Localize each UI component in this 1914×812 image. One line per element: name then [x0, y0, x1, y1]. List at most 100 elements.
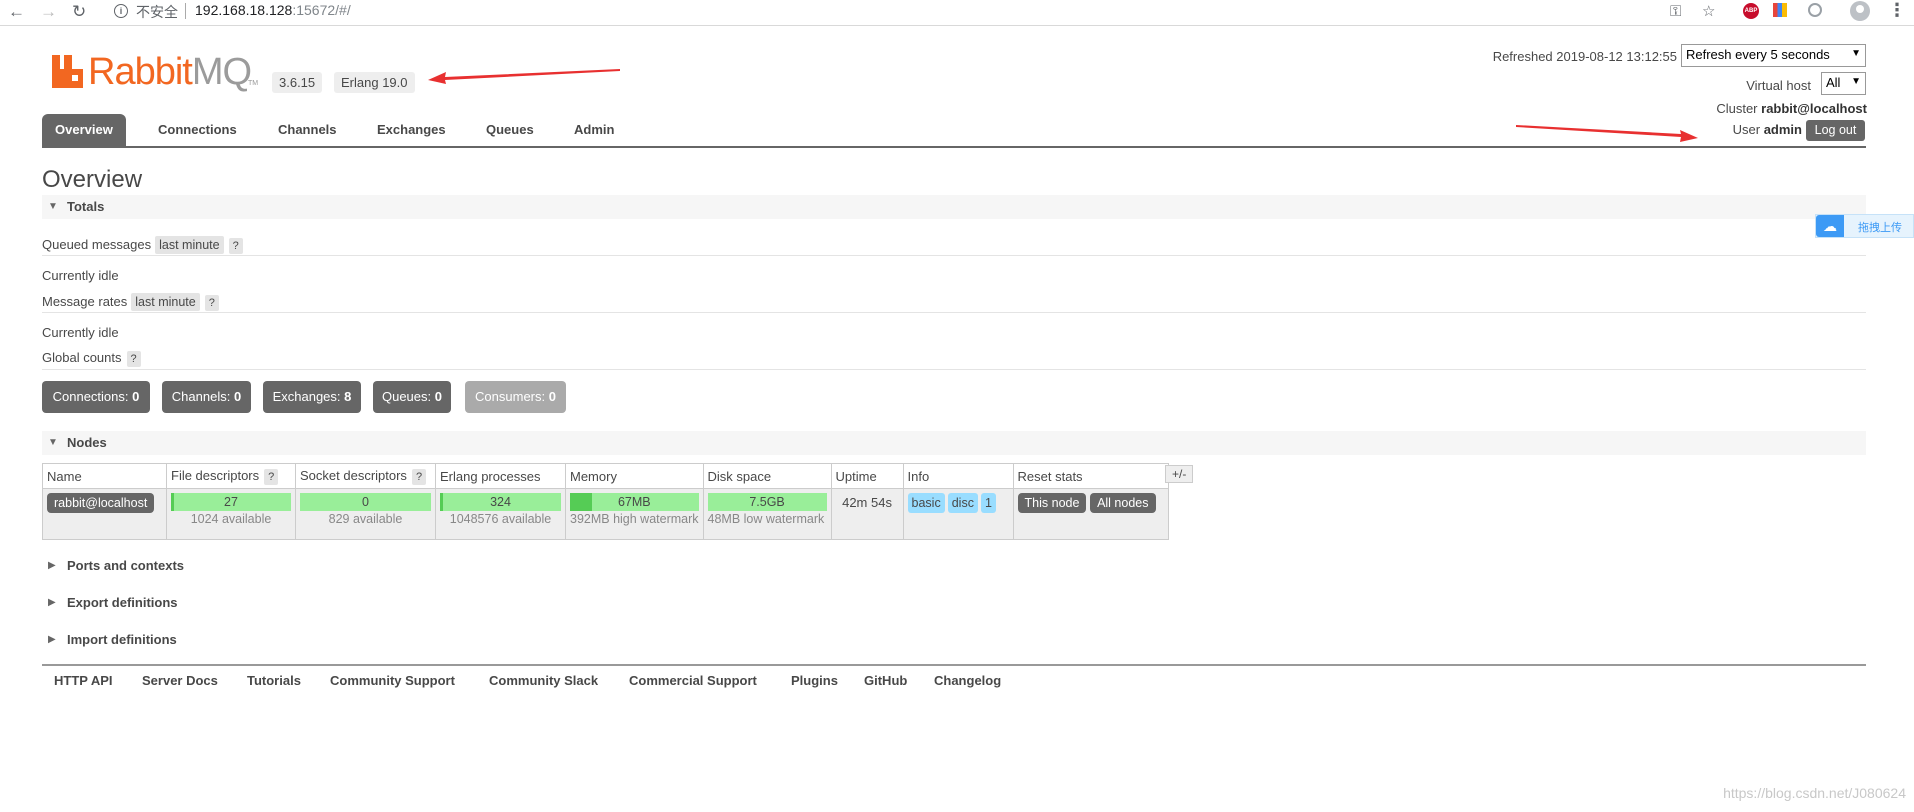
- security-label[interactable]: 不安全: [136, 2, 178, 22]
- tab-underline: [42, 146, 1866, 148]
- memory-cell: 67MB 392MB high watermark: [565, 488, 704, 540]
- erlang-processes-bar: 324: [440, 493, 561, 511]
- help-icon[interactable]: ?: [411, 468, 427, 485]
- node-name-cell: rabbit@localhost: [42, 488, 167, 540]
- tab-queues[interactable]: Queues: [486, 114, 534, 146]
- reset-stats-cell: This node All nodes: [1012, 488, 1169, 540]
- watermark: https://blog.csdn.net/J080624: [1723, 785, 1906, 801]
- column-header-label: Socket descriptors: [300, 467, 407, 483]
- chevron-down-icon: ▼: [1851, 48, 1861, 59]
- totals-section-header[interactable]: ▼ Totals: [42, 195, 1866, 219]
- refresh-interval-select[interactable]: Refresh every 5 seconds ▼: [1681, 44, 1866, 67]
- chevron-down-icon: ▼: [1851, 76, 1861, 87]
- file-descriptors-available: 1024 available: [190, 512, 272, 526]
- tab-connections[interactable]: Connections: [158, 114, 237, 146]
- refresh-interval-value: Refresh every 5 seconds: [1686, 47, 1830, 62]
- cluster-name: rabbit@localhost: [1761, 101, 1867, 116]
- tab-overview[interactable]: Overview: [42, 114, 126, 146]
- memory-fill: [570, 493, 592, 511]
- counter-label: Channels:: [171, 389, 231, 404]
- totals-heading: Totals: [67, 199, 105, 214]
- logo-mq: MQ: [191, 51, 252, 93]
- column-header-info: Info: [902, 463, 1014, 489]
- page-title: Overview: [42, 166, 143, 193]
- annotation-arrow-left: [428, 69, 620, 84]
- memory-watermark: 392MB high watermark: [570, 512, 699, 526]
- queues-count-button[interactable]: Queues: 0: [373, 381, 451, 413]
- divider: [42, 369, 1866, 370]
- exchanges-count-button[interactable]: Exchanges: 8: [263, 381, 361, 413]
- rates-idle-text: Currently idle: [42, 325, 119, 340]
- help-icon[interactable]: ?: [204, 295, 219, 311]
- node-link[interactable]: rabbit@localhost: [47, 493, 155, 513]
- socket-descriptors-available: 829 available: [328, 512, 403, 526]
- counter-value: 8: [344, 389, 352, 404]
- info-icon[interactable]: i: [114, 4, 128, 18]
- help-icon[interactable]: ?: [126, 351, 141, 367]
- column-header-socket-descriptors: Socket descriptors?: [295, 463, 436, 489]
- reset-this-node-button[interactable]: This node: [1017, 493, 1087, 513]
- user-info: User admin: [1733, 122, 1802, 137]
- browser-toolbar: ← → ↻ i 不安全 192.168.18.128:15672/#/ ⚿ ☆ …: [0, 0, 1914, 26]
- profile-avatar-icon[interactable]: [1850, 1, 1870, 21]
- memory-bar: 67MB: [570, 493, 699, 511]
- counter-label: Exchanges:: [272, 389, 341, 404]
- file-descriptors-cell: 27 1024 available: [166, 488, 296, 540]
- tab-admin[interactable]: Admin: [574, 114, 614, 146]
- browser-menu-icon[interactable]: ⋮: [1888, 0, 1906, 21]
- help-icon[interactable]: ?: [264, 468, 279, 485]
- file-descriptors-bar: 27: [171, 493, 291, 511]
- logout-button[interactable]: Log out: [1806, 120, 1865, 141]
- user-label: User: [1732, 122, 1761, 137]
- extension-round-icon[interactable]: [1808, 3, 1822, 17]
- tab-channels[interactable]: Channels: [278, 114, 337, 146]
- counter-label: Consumers:: [475, 389, 546, 404]
- address-bar[interactable]: 192.168.18.128:15672/#/: [195, 2, 351, 18]
- message-rates-row: Message rates last minute?: [42, 293, 219, 311]
- annotation-arrow-right: [1516, 125, 1698, 142]
- footer-link-github[interactable]: GitHub: [864, 673, 907, 688]
- logo-rabbit: Rabbit: [88, 51, 193, 93]
- tab-exchanges[interactable]: Exchanges: [377, 114, 446, 146]
- disk-space-watermark: 48MB low watermark: [707, 512, 825, 526]
- nodes-section-header[interactable]: ▼ Nodes: [42, 431, 1866, 455]
- reload-icon[interactable]: ↻: [72, 2, 86, 22]
- connections-count-button[interactable]: Connections: 0: [42, 381, 150, 413]
- queued-messages-label: Queued messages: [42, 237, 152, 252]
- footer-link-http-api[interactable]: HTTP API: [54, 673, 113, 688]
- cluster-info: Cluster rabbit@localhost: [1716, 101, 1867, 116]
- column-header-file-descriptors: File descriptors?: [166, 463, 296, 489]
- nodes-table: Name File descriptors? Socket descriptor…: [42, 463, 1169, 540]
- table-header-row: Name File descriptors? Socket descriptor…: [42, 463, 1169, 489]
- virtual-host-select[interactable]: All ▼: [1821, 72, 1866, 95]
- reset-all-nodes-button[interactable]: All nodes: [1090, 493, 1156, 513]
- rates-range-selector[interactable]: last minute: [131, 293, 200, 311]
- footer-link-server-docs[interactable]: Server Docs: [142, 673, 218, 688]
- forward-icon[interactable]: →: [40, 2, 57, 22]
- erlang-processes-available: 1048576 available: [449, 512, 552, 526]
- toggle-columns-button[interactable]: +/-: [1165, 465, 1194, 483]
- footer-link-commercial-support[interactable]: Commercial Support: [629, 673, 757, 688]
- column-header-memory: Memory: [565, 463, 704, 489]
- erlang-processes-fill: [440, 493, 444, 511]
- footer-link-community-slack[interactable]: Community Slack: [489, 673, 598, 688]
- collapsed-triangle-icon: ▶: [48, 560, 56, 571]
- star-icon[interactable]: ☆: [1702, 3, 1715, 21]
- footer-link-plugins[interactable]: Plugins: [791, 673, 838, 688]
- footer-link-tutorials[interactable]: Tutorials: [247, 673, 301, 688]
- back-icon[interactable]: ←: [8, 2, 25, 22]
- help-icon[interactable]: ?: [228, 238, 243, 254]
- footer-link-community-support[interactable]: Community Support: [330, 673, 455, 688]
- column-header-disk-space: Disk space: [702, 463, 832, 489]
- extension-icon[interactable]: [1773, 3, 1787, 17]
- consumers-count-button[interactable]: Consumers: 0: [465, 381, 566, 413]
- adblock-icon[interactable]: ABP: [1743, 3, 1759, 19]
- queued-idle-text: Currently idle: [42, 268, 119, 283]
- user-name: admin: [1763, 122, 1802, 137]
- queued-range-selector[interactable]: last minute: [155, 236, 224, 254]
- channels-count-button[interactable]: Channels: 0: [162, 381, 251, 413]
- key-icon[interactable]: ⚿: [1670, 3, 1681, 21]
- footer-link-changelog[interactable]: Changelog: [934, 673, 1001, 688]
- upload-widget[interactable]: ☁ 拖拽上传: [1815, 214, 1914, 238]
- counter-label: Queues:: [381, 389, 432, 404]
